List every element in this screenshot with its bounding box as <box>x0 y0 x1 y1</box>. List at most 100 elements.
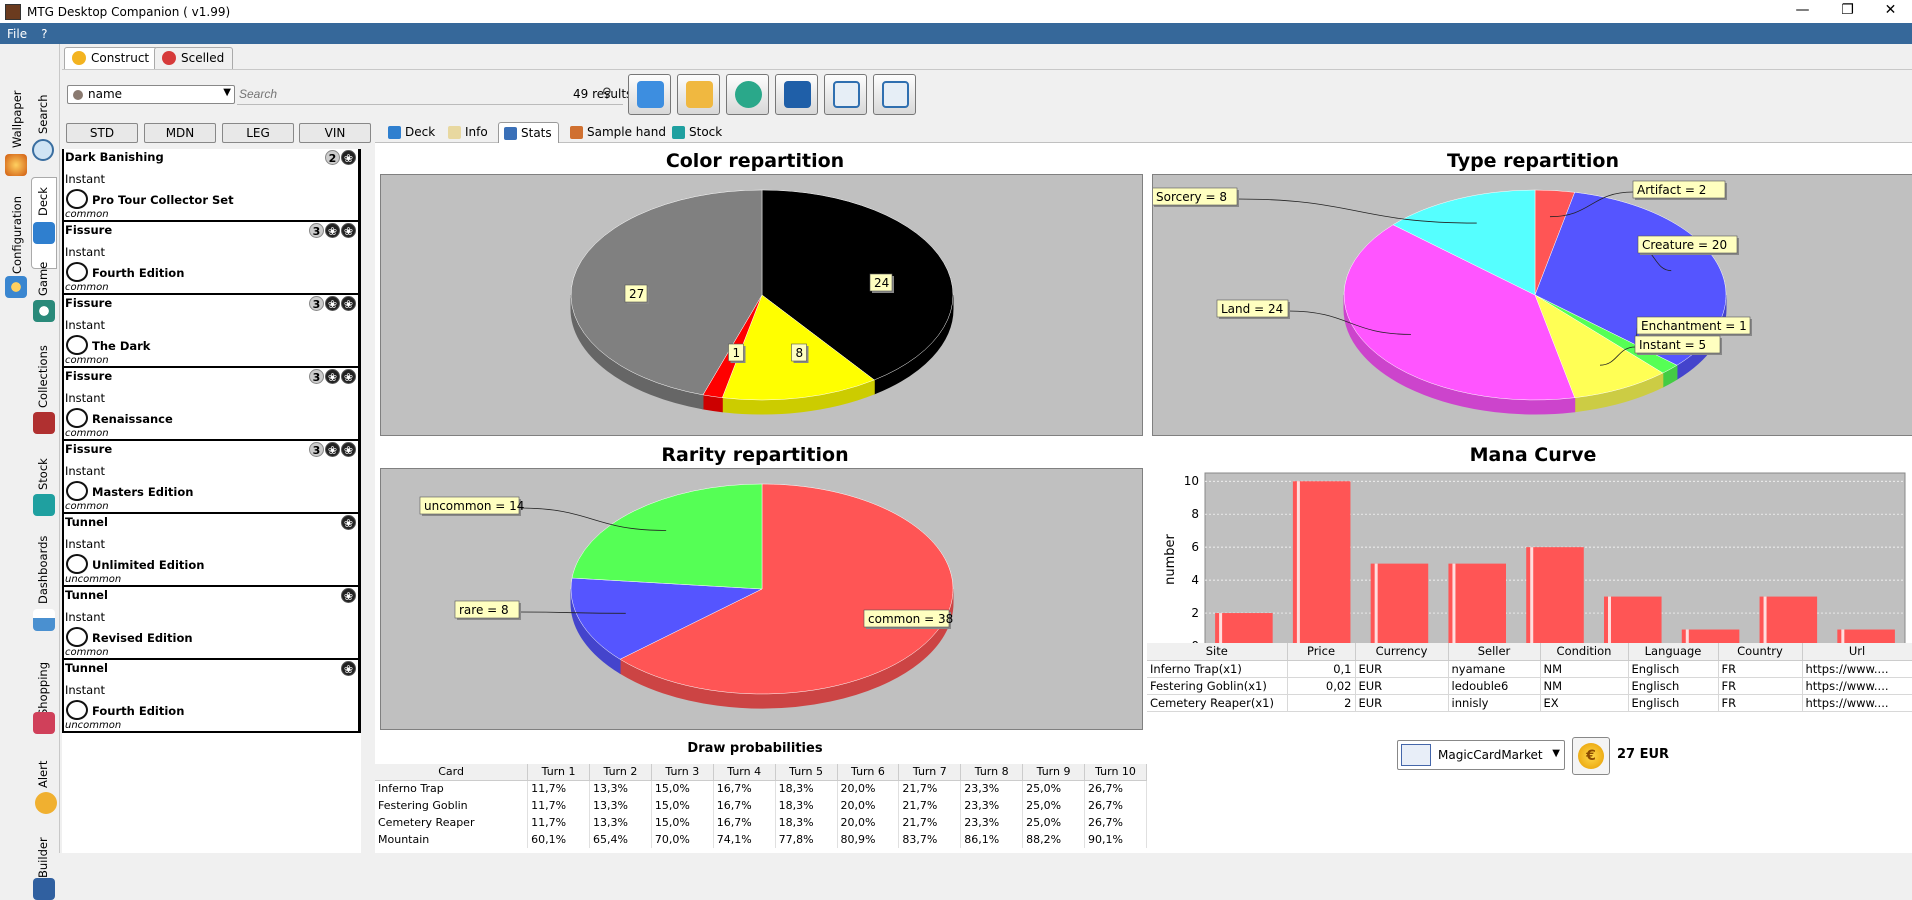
get-prices-button[interactable]: € <box>1572 737 1610 775</box>
colored-mana-icon: ❀ <box>341 515 356 530</box>
card-result-list[interactable]: Dark BanishingInstantPro Tour Collector … <box>62 149 361 853</box>
menu-help[interactable]: ? <box>34 27 54 41</box>
price-cell: https://www.... <box>1802 694 1912 711</box>
bar <box>1293 481 1351 646</box>
draw-table-row[interactable]: Inferno Trap11,7%13,3%15,0%16,7%18,3%20,… <box>375 780 1147 797</box>
deck-sub-tabs: Deck Info Stats Sample hand Stock <box>375 121 1912 143</box>
search-field-select[interactable]: name ▼ <box>67 85 235 104</box>
tab-deck[interactable]: Deck <box>36 187 50 216</box>
price-cell: EUR <box>1355 660 1448 677</box>
card-list-item[interactable]: FissureInstantThe Darkcommon3❀❀ <box>62 293 361 368</box>
card-set: Pro Tour Collector Set <box>92 193 234 207</box>
price-column-header[interactable]: Price <box>1287 643 1355 660</box>
price-column-header[interactable]: Url <box>1802 643 1912 660</box>
tab-alert[interactable]: Alert <box>36 761 50 788</box>
draw-cell: 23,3% <box>961 780 1023 797</box>
cardmarket-logo <box>1401 744 1431 766</box>
card-set: Fourth Edition <box>92 266 184 280</box>
tab-sample-hand[interactable]: Sample hand <box>565 122 672 143</box>
format-std-button[interactable]: STD <box>66 123 138 143</box>
draw-column-header[interactable]: Turn 8 <box>961 764 1023 780</box>
tab-configuration[interactable]: Configuration <box>10 196 24 274</box>
card-list-item[interactable]: FissureInstantRenaissancecommon3❀❀ <box>62 366 361 441</box>
tab-game[interactable]: Game <box>36 262 50 296</box>
price-cell: FR <box>1718 660 1802 677</box>
tab-construct[interactable]: Construct <box>64 47 158 69</box>
price-column-header[interactable]: Currency <box>1355 643 1448 660</box>
format-vin-button[interactable]: VIN <box>299 123 371 143</box>
tab-search[interactable]: Search <box>36 94 50 134</box>
menu-bar: File ? <box>0 23 1912 44</box>
card-list-item[interactable]: FissureInstantFourth Editioncommon3❀❀ <box>62 220 361 295</box>
bar-highlight <box>1297 481 1300 646</box>
import-button[interactable] <box>824 74 867 115</box>
tab-builder[interactable]: Builder <box>36 837 50 878</box>
draw-column-header[interactable]: Turn 9 <box>1023 764 1085 780</box>
price-provider-select[interactable]: MagicCardMarket ▼ <box>1397 740 1565 770</box>
draw-cell: 23,3% <box>961 814 1023 831</box>
pie-label: Enchantment = 1 <box>1641 319 1747 333</box>
pie-label: 27 <box>629 287 644 301</box>
price-table-row[interactable]: Inferno Trap(x1)0,1EURnyamaneNMEnglischF… <box>1147 660 1912 677</box>
price-column-header[interactable]: Language <box>1628 643 1718 660</box>
tab-collections[interactable]: Collections <box>36 345 50 408</box>
format-mdn-button[interactable]: MDN <box>144 123 216 143</box>
price-column-header[interactable]: Site <box>1147 643 1287 660</box>
app-icon <box>5 4 21 20</box>
card-list-item[interactable]: FissureInstantMasters Editioncommon3❀❀ <box>62 439 361 514</box>
draw-column-header[interactable]: Turn 6 <box>837 764 899 780</box>
color-pie-svg: 248127 <box>381 175 1144 437</box>
draw-cell: 26,7% <box>1085 780 1147 797</box>
tab-info[interactable]: Info <box>443 122 494 143</box>
draw-column-header[interactable]: Turn 2 <box>590 764 652 780</box>
draw-column-header[interactable]: Turn 4 <box>713 764 775 780</box>
card-list-item[interactable]: Dark BanishingInstantPro Tour Collector … <box>62 149 361 222</box>
search-input[interactable] <box>237 83 623 105</box>
draw-column-header[interactable]: Turn 1 <box>528 764 590 780</box>
draw-column-header[interactable]: Turn 5 <box>775 764 837 780</box>
save-button[interactable] <box>775 74 818 115</box>
draw-column-header[interactable]: Turn 7 <box>899 764 961 780</box>
card-list-item[interactable]: TunnelInstantRevised Editioncommon❀ <box>62 585 361 660</box>
tab-stock[interactable]: Stock <box>36 458 50 490</box>
tab-deck-view-label: Deck <box>405 125 435 139</box>
price-table-row[interactable]: Festering Goblin(x1)0,02EURledouble6NMEn… <box>1147 677 1912 694</box>
price-column-header[interactable]: Country <box>1718 643 1802 660</box>
colored-mana-icon: ❀ <box>325 296 340 311</box>
price-column-header[interactable]: Seller <box>1448 643 1540 660</box>
restore-button[interactable]: ❐ <box>1825 0 1870 23</box>
bar <box>1215 613 1273 646</box>
draw-table-row[interactable]: Cemetery Reaper11,7%13,3%15,0%16,7%18,3%… <box>375 814 1147 831</box>
card-rarity: common <box>65 282 109 293</box>
export-button[interactable] <box>873 74 916 115</box>
menu-file[interactable]: File <box>0 27 34 41</box>
refresh-button[interactable] <box>726 74 769 115</box>
tab-deck-view[interactable]: Deck <box>383 122 441 143</box>
tab-dashboards[interactable]: Dashboards <box>36 536 50 604</box>
draw-column-header[interactable]: Turn 3 <box>651 764 713 780</box>
new-deck-button[interactable] <box>628 74 671 115</box>
draw-column-header[interactable]: Card <box>375 764 528 780</box>
tab-scelled[interactable]: Scelled <box>154 47 233 69</box>
draw-cell: 13,3% <box>590 797 652 814</box>
card-list-item[interactable]: TunnelInstantUnlimited Editionuncommon❀ <box>62 512 361 587</box>
draw-table-row[interactable]: Festering Goblin11,7%13,3%15,0%16,7%18,3… <box>375 797 1147 814</box>
stats-icon <box>504 127 517 140</box>
tab-stock-view[interactable]: Stock <box>667 122 728 143</box>
hand-icon <box>570 126 583 139</box>
close-button[interactable]: ✕ <box>1868 0 1912 23</box>
draw-table-row[interactable]: Mountain60,1%65,4%70,0%74,1%77,8%80,9%83… <box>375 831 1147 848</box>
tab-wallpaper[interactable]: Wallpaper <box>10 90 24 148</box>
price-column-header[interactable]: Condition <box>1540 643 1628 660</box>
minimize-button[interactable]: — <box>1780 0 1825 23</box>
card-list-item[interactable]: TunnelInstantFourth Editionuncommon❀ <box>62 658 361 733</box>
card-rarity: common <box>65 355 109 366</box>
new-file-icon <box>637 81 664 108</box>
tab-stats[interactable]: Stats <box>498 122 559 143</box>
draw-column-header[interactable]: Turn 10 <box>1085 764 1147 780</box>
tab-shopping[interactable]: Shopping <box>36 662 50 716</box>
format-leg-button[interactable]: LEG <box>222 123 294 143</box>
open-deck-button[interactable] <box>677 74 720 115</box>
pie-label: 1 <box>733 346 741 360</box>
price-table-row[interactable]: Cemetery Reaper(x1)2EURinnislyEXEnglisch… <box>1147 694 1912 711</box>
